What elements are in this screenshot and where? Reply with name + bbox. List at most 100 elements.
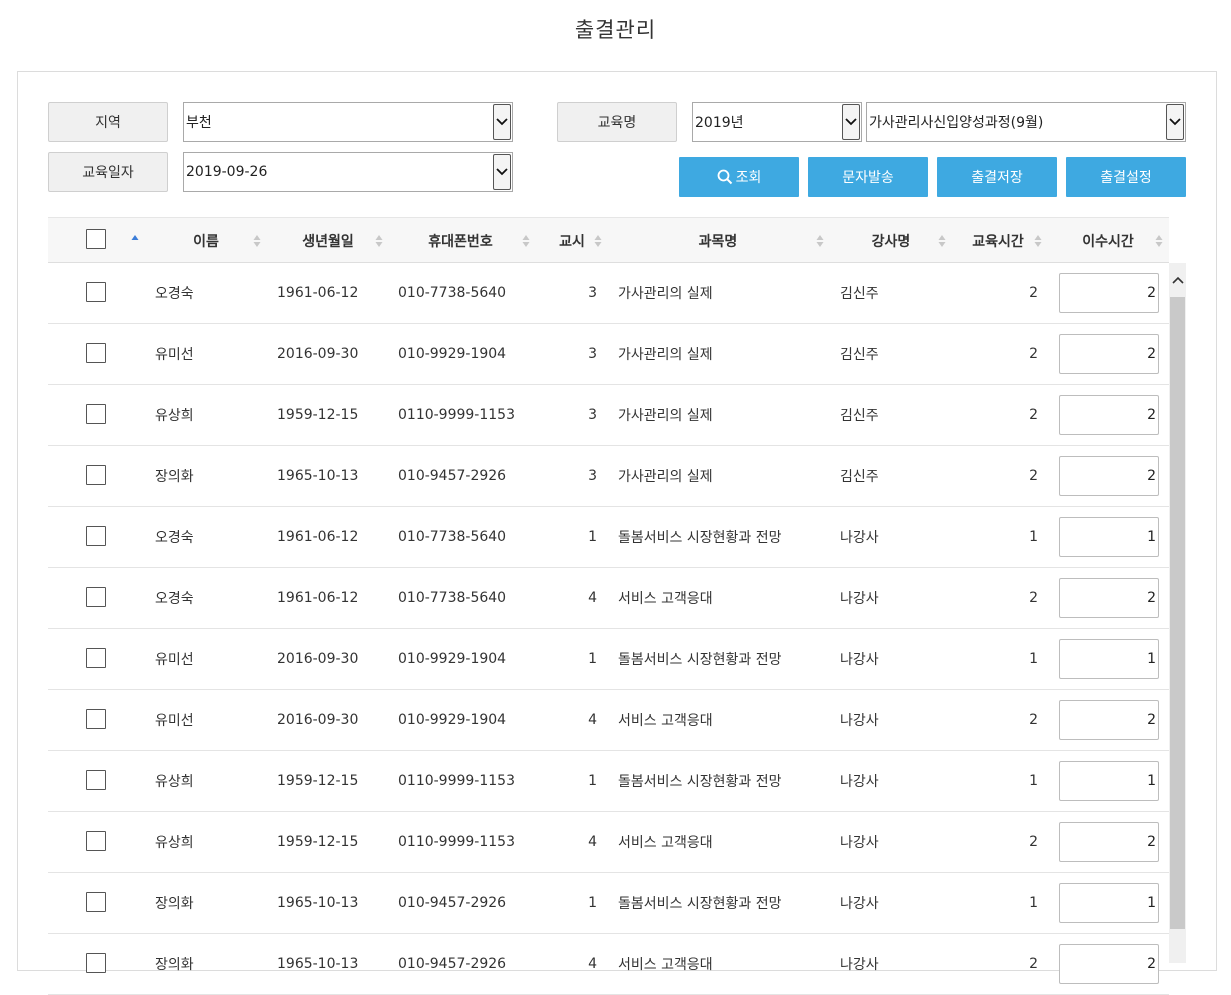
header-period[interactable]: 교시 <box>543 218 601 264</box>
cell-subject: 가사관리의 실제 <box>618 347 713 363</box>
sort-icon[interactable] <box>375 233 383 249</box>
completed-hours-input[interactable]: 2 <box>1059 334 1159 374</box>
cell-phone: 010-9929-1904 <box>398 346 507 362</box>
scroll-thumb[interactable] <box>1170 297 1185 929</box>
cell-edu-hours: 1 <box>1029 773 1038 789</box>
cell-instructor: 나강사 <box>840 896 879 912</box>
date-label: 교육일자 <box>48 152 168 192</box>
region-select[interactable]: 부천 <box>183 102 513 142</box>
header-edu-hours[interactable]: 교육시간 <box>958 218 1038 264</box>
cell-subject: 서비스 고객응대 <box>618 835 713 851</box>
cell-instructor: 김신주 <box>840 347 879 363</box>
row-checkbox[interactable] <box>86 892 106 912</box>
sort-icon[interactable] <box>816 233 824 249</box>
sort-icon[interactable] <box>938 233 946 249</box>
header-subject[interactable]: 과목명 <box>608 218 828 264</box>
completed-hours-input[interactable]: 1 <box>1059 883 1159 923</box>
completed-hours-input[interactable]: 2 <box>1059 700 1159 740</box>
send-sms-button[interactable]: 문자발송 <box>808 157 928 197</box>
cell-name: 오경숙 <box>155 286 194 302</box>
cell-phone: 010-7738-5640 <box>398 590 507 606</box>
completed-hours-input[interactable]: 2 <box>1059 578 1159 618</box>
table-row: 유미선 2016-09-30 010-9929-1904 3 가사관리의 실제 김신주 2 2 <box>48 324 1169 385</box>
cell-instructor: 나강사 <box>840 652 879 668</box>
cell-period: 4 <box>588 834 597 850</box>
completed-hours-input[interactable]: 2 <box>1059 273 1159 313</box>
sort-icon[interactable] <box>1034 233 1042 249</box>
cell-edu-hours: 1 <box>1029 895 1038 911</box>
row-checkbox[interactable] <box>86 587 106 607</box>
completed-hours-input[interactable]: 1 <box>1059 761 1159 801</box>
completed-hours-input[interactable]: 2 <box>1059 395 1159 435</box>
scroll-up-icon[interactable] <box>1169 263 1186 297</box>
row-checkbox[interactable] <box>86 282 106 302</box>
year-select[interactable]: 2019년 <box>692 102 862 142</box>
table-row: 오경숙 1961-06-12 010-7738-5640 1 돌봄서비스 시장현황과 전… <box>48 507 1169 568</box>
cell-edu-hours: 2 <box>1029 712 1038 728</box>
cell-name: 오경숙 <box>155 591 194 607</box>
sort-icon[interactable] <box>1155 233 1163 249</box>
select-all-checkbox[interactable] <box>86 229 106 249</box>
date-select-value: 2019-09-26 <box>186 164 268 180</box>
cell-phone: 010-9457-2926 <box>398 956 507 972</box>
cell-edu-hours: 2 <box>1029 346 1038 362</box>
cell-name: 장의화 <box>155 957 194 973</box>
completed-hours-input[interactable]: 2 <box>1059 944 1159 984</box>
cell-edu-hours: 2 <box>1029 956 1038 972</box>
cell-birth: 1965-10-13 <box>277 468 359 484</box>
row-checkbox[interactable] <box>86 648 106 668</box>
cell-period: 1 <box>588 895 597 911</box>
cell-instructor: 나강사 <box>840 835 879 851</box>
cell-subject: 가사관리의 실제 <box>618 469 713 485</box>
course-select[interactable]: 가사관리사신입양성과정(9월) <box>866 102 1186 142</box>
header-phone[interactable]: 휴대폰번호 <box>388 218 533 264</box>
page-title: 출결관리 <box>574 18 657 42</box>
cell-birth: 1959-12-15 <box>277 834 359 850</box>
save-attendance-button[interactable]: 출결저장 <box>937 157 1057 197</box>
header-name[interactable]: 이름 <box>160 218 252 264</box>
cell-phone: 0110-9999-1153 <box>398 773 515 789</box>
cell-name: 장의화 <box>155 469 194 485</box>
cell-subject: 돌봄서비스 시장현황과 전망 <box>618 774 782 790</box>
sort-icon[interactable] <box>594 233 602 249</box>
completed-hours-input[interactable]: 2 <box>1059 456 1159 496</box>
row-checkbox[interactable] <box>86 770 106 790</box>
cell-phone: 0110-9999-1153 <box>398 407 515 423</box>
search-button[interactable]: 조회 <box>679 157 799 197</box>
cell-instructor: 나강사 <box>840 774 879 790</box>
cell-instructor: 나강사 <box>840 713 879 729</box>
completed-hours-input[interactable]: 1 <box>1059 517 1159 557</box>
row-checkbox[interactable] <box>86 709 106 729</box>
completed-hours-input[interactable]: 2 <box>1059 822 1159 862</box>
header-birth[interactable]: 생년월일 <box>268 218 388 264</box>
attendance-settings-button[interactable]: 출결설정 <box>1066 157 1186 197</box>
table-row: 장의화 1965-10-13 010-9457-2926 1 돌봄서비스 시장현황과 전… <box>48 873 1169 934</box>
date-select[interactable]: 2019-09-26 <box>183 152 513 192</box>
row-checkbox[interactable] <box>86 404 106 424</box>
vertical-scrollbar[interactable] <box>1169 263 1186 963</box>
cell-phone: 010-9929-1904 <box>398 651 507 667</box>
cell-birth: 2016-09-30 <box>277 346 359 362</box>
cell-edu-hours: 1 <box>1029 529 1038 545</box>
cell-subject: 서비스 고객응대 <box>618 591 713 607</box>
cell-phone: 010-7738-5640 <box>398 529 507 545</box>
cell-phone: 010-9457-2926 <box>398 895 507 911</box>
row-checkbox[interactable] <box>86 953 106 973</box>
header-instructor[interactable]: 강사명 <box>838 218 944 264</box>
chevron-down-icon <box>493 154 511 190</box>
row-checkbox[interactable] <box>86 526 106 546</box>
sort-asc-icon[interactable] <box>131 233 139 249</box>
row-checkbox[interactable] <box>86 343 106 363</box>
cell-period: 4 <box>588 712 597 728</box>
row-checkbox[interactable] <box>86 465 106 485</box>
cell-birth: 2016-09-30 <box>277 712 359 728</box>
sort-icon[interactable] <box>253 233 261 249</box>
year-select-value: 2019년 <box>695 115 744 131</box>
row-checkbox[interactable] <box>86 831 106 851</box>
sort-icon[interactable] <box>522 233 530 249</box>
completed-hours-input[interactable]: 1 <box>1059 639 1159 679</box>
cell-instructor: 김신주 <box>840 408 879 424</box>
header-done-hours[interactable]: 이수시간 <box>1068 218 1148 264</box>
cell-birth: 1961-06-12 <box>277 285 359 301</box>
cell-name: 유미선 <box>155 713 194 729</box>
